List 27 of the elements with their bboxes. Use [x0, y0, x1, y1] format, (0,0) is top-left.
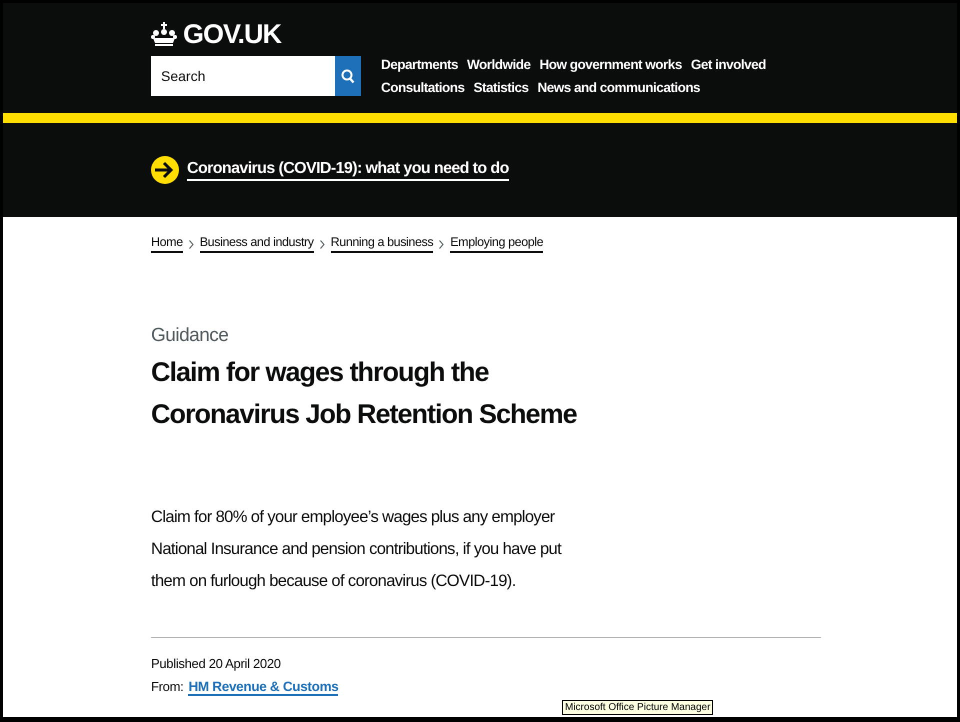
crown-icon	[151, 22, 177, 46]
nav-link[interactable]: Get involved	[690, 57, 766, 72]
page-caption: Guidance	[151, 325, 230, 347]
search-field[interactable]: Search	[151, 56, 335, 96]
from-label: From:	[151, 679, 184, 694]
banner-link[interactable]: Coronavirus (COVID-19): what you need to do	[187, 160, 509, 180]
nav-link[interactable]: Departments	[381, 57, 458, 72]
organisation-link[interactable]: HM Revenue & Customs	[188, 679, 338, 696]
nav-link[interactable]: Statistics	[474, 80, 529, 95]
nav-link[interactable]: How government works	[540, 57, 682, 72]
chevron-icon	[439, 240, 444, 248]
nav-link[interactable]: News and communications	[538, 80, 700, 95]
site-logo[interactable]: GOV.UK	[183, 18, 282, 50]
tooltip: Microsoft Office Picture Manager	[562, 700, 714, 715]
search-icon	[341, 68, 355, 84]
nav-link[interactable]: Worldwide	[467, 57, 531, 72]
page-title: Claim for wages through the Coronavirus Job Retention Scheme	[151, 356, 578, 431]
search-button[interactable]	[335, 56, 361, 96]
breadcrumb-link[interactable]: Employing people	[450, 235, 544, 253]
breadcrumb-link[interactable]: Home	[151, 235, 183, 253]
chevron-icon	[320, 240, 325, 248]
breadcrumb-link[interactable]: Business and industry	[200, 235, 314, 253]
published-date: Published 20 April 2020	[151, 656, 282, 671]
lead-paragraph: Claim for 80% of your employee’s wages plus any employer National Insurance and pension contributions, if you have put them on furlough because of coronavirus (COVID-19).	[151, 507, 563, 592]
nav-link[interactable]: Consultations	[381, 80, 464, 95]
chevron-icon	[188, 240, 194, 248]
breadcrumb-link[interactable]: Running a business	[330, 235, 434, 253]
